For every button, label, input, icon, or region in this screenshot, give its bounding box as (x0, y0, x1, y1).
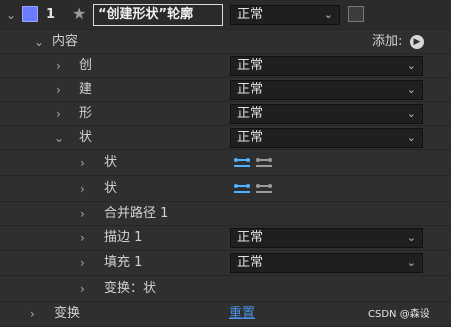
path-icon[interactable] (232, 156, 274, 170)
contents-label: 内容 (52, 34, 79, 49)
fill-row[interactable]: › 填充 1 正常 ⌄ (0, 251, 451, 276)
reset-link[interactable]: 重置 (229, 306, 255, 322)
path-row[interactable]: › 状 (0, 150, 451, 176)
blend-mode-value: 正常 (237, 130, 264, 145)
layer-mode-value: 正常 (237, 7, 264, 22)
group-row[interactable]: › 建 正常 ⌄ (0, 78, 451, 102)
layer-mode-dropdown[interactable]: 正常 ⌄ (230, 5, 340, 25)
chevron-right-icon[interactable]: › (80, 282, 85, 296)
contents-row[interactable]: ⌄ 内容 添加: ▶ (0, 30, 451, 54)
chevron-down-icon: ⌄ (406, 83, 416, 96)
fill-label: 填充 1 (104, 255, 143, 270)
chevron-right-icon[interactable]: › (56, 83, 61, 97)
blend-mode-value: 正常 (237, 82, 264, 97)
merge-paths-label: 合并路径 1 (104, 206, 169, 221)
stroke-label: 描边 1 (104, 230, 143, 245)
add-label[interactable]: 添加: (372, 34, 402, 50)
chevron-down-icon: ⌄ (406, 231, 416, 244)
group-row[interactable]: ⌄ 状 正常 ⌄ (0, 126, 451, 150)
chevron-right-icon[interactable]: › (80, 182, 85, 196)
blend-mode-dropdown[interactable]: 正常 ⌄ (230, 128, 423, 148)
chevron-down-icon: ⌄ (406, 59, 416, 72)
blend-mode-value: 正常 (237, 106, 264, 121)
blend-mode-value: 正常 (237, 230, 264, 245)
transform-label: 变换 (54, 306, 81, 321)
chevron-down-icon: ⌄ (406, 256, 416, 269)
group-transform-row[interactable]: › 变换：状 (0, 276, 451, 302)
label-color-swatch[interactable] (22, 6, 38, 22)
chevron-right-icon[interactable]: › (80, 156, 85, 170)
layer-name: “创建形状”轮廓 (98, 7, 194, 22)
chevron-right-icon[interactable]: › (56, 59, 61, 73)
star-icon[interactable]: ★ (72, 5, 86, 23)
blend-mode-dropdown[interactable]: 正常 ⌄ (230, 80, 423, 100)
path-label: 状 (104, 155, 118, 170)
path-label: 状 (104, 181, 118, 196)
group-label: 创 (79, 58, 93, 73)
play-circle-icon[interactable]: ▶ (410, 35, 424, 49)
layer-name-field[interactable]: “创建形状”轮廓 (93, 4, 223, 26)
layer-row[interactable]: ⌄ 1 ★ “创建形状”轮廓 正常 ⌄ (0, 0, 451, 30)
chevron-down-icon[interactable]: ⌄ (6, 8, 16, 22)
group-transform-label: 变换：状 (104, 281, 157, 296)
chevron-right-icon[interactable]: › (80, 231, 85, 245)
chevron-right-icon[interactable]: › (56, 107, 61, 121)
blend-mode-value: 正常 (237, 255, 264, 270)
blend-mode-dropdown[interactable]: 正常 ⌄ (230, 56, 423, 76)
blend-mode-dropdown[interactable]: 正常 ⌄ (230, 228, 423, 248)
track-matte-checkbox[interactable] (348, 6, 364, 22)
group-label: 状 (79, 130, 93, 145)
blend-mode-dropdown[interactable]: 正常 ⌄ (230, 104, 423, 124)
chevron-down-icon: ⌄ (406, 131, 416, 144)
group-label: 建 (79, 82, 93, 97)
watermark: CSDN @森设 (368, 309, 430, 320)
layer-number: 1 (46, 7, 56, 22)
chevron-right-icon[interactable]: › (30, 307, 35, 321)
chevron-down-icon[interactable]: ⌄ (54, 131, 64, 145)
group-label: 形 (79, 106, 93, 121)
blend-mode-value: 正常 (237, 58, 264, 73)
transform-row[interactable]: › 变换 重置 CSDN @森设 (0, 302, 451, 327)
chevron-down-icon: ⌄ (406, 107, 416, 120)
group-row[interactable]: › 创 正常 ⌄ (0, 54, 451, 78)
chevron-right-icon[interactable]: › (80, 256, 85, 270)
blend-mode-dropdown[interactable]: 正常 ⌄ (230, 253, 423, 273)
chevron-right-icon[interactable]: › (80, 207, 85, 221)
path-row[interactable]: › 状 (0, 176, 451, 202)
stroke-row[interactable]: › 描边 1 正常 ⌄ (0, 226, 451, 251)
path-icon[interactable] (232, 182, 274, 196)
chevron-down-icon: ⌄ (323, 8, 333, 21)
merge-paths-row[interactable]: › 合并路径 1 (0, 202, 451, 226)
group-row[interactable]: › 形 正常 ⌄ (0, 102, 451, 126)
chevron-down-icon[interactable]: ⌄ (34, 35, 44, 49)
